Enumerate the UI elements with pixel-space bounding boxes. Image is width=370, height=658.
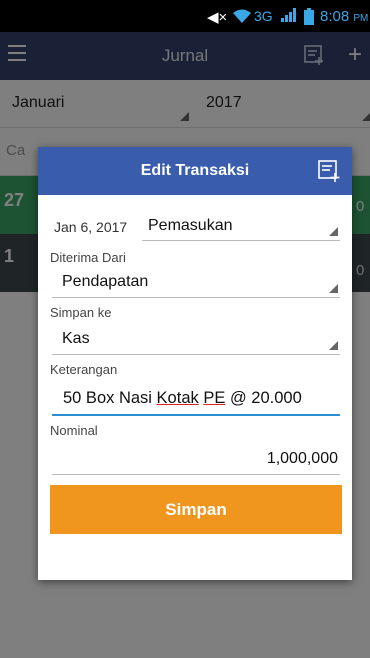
add-note-icon[interactable] — [318, 160, 340, 182]
save-to-select[interactable]: Kas — [62, 330, 90, 348]
divider — [52, 474, 340, 475]
battery-icon — [304, 8, 314, 25]
divider — [52, 297, 340, 298]
divider — [52, 354, 340, 355]
nominal-input[interactable]: 1,000,000 — [52, 450, 338, 468]
dialog-header: Edit Transaksi — [38, 147, 352, 195]
transaction-type-select[interactable]: Pemasukan — [148, 217, 233, 235]
type-dropdown-icon — [329, 227, 338, 236]
received-from-select[interactable]: Pendapatan — [62, 273, 148, 291]
network-type: 3G — [254, 8, 273, 24]
signal-icon — [281, 8, 296, 22]
wifi-icon — [233, 9, 251, 23]
date-picker[interactable]: Jan 6, 2017 — [54, 219, 127, 235]
nominal-label: Nominal — [50, 423, 98, 438]
save-button[interactable]: Simpan — [50, 485, 342, 534]
status-bar: ◀× 3G 8:08 PM — [0, 0, 370, 32]
edit-transaction-dialog: Edit Transaksi Jan 6, 2017 Pemasukan Dit… — [38, 147, 352, 580]
description-input[interactable]: 50 Box Nasi Kotak PE @ 20.000 — [63, 389, 302, 408]
received-from-label: Diterima Dari — [50, 250, 126, 265]
save-to-label: Simpan ke — [50, 305, 112, 320]
received-from-dropdown-icon — [329, 284, 338, 293]
volume-mute-icon: ◀× — [207, 9, 228, 26]
divider — [142, 240, 340, 241]
dialog-title: Edit Transaksi — [140, 162, 250, 179]
clock: 8:08 PM — [320, 8, 369, 25]
app-screen: Jurnal + Januari 2017 Ca 27 0 1 0 Edit T… — [0, 32, 370, 658]
description-label: Keterangan — [50, 362, 118, 377]
description-focus-underline — [52, 414, 340, 416]
save-to-dropdown-icon — [329, 341, 338, 350]
